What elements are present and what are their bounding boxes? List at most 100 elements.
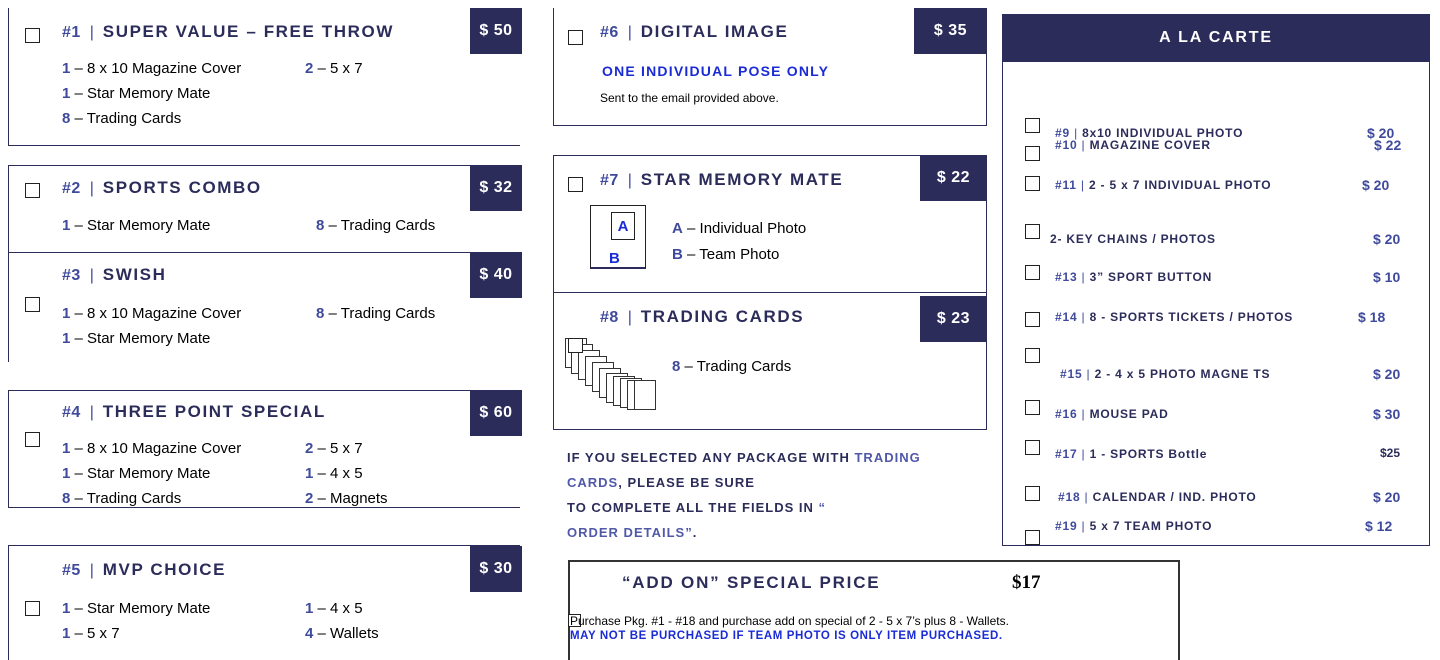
package-3-name: SWISH — [102, 265, 167, 284]
alacarte-item-price: $25 — [1380, 446, 1401, 460]
alacarte-item-label: #15 | 2 - 4 x 5 PHOTO MAGNE TS — [1060, 367, 1271, 381]
package-1-name: SUPER VALUE – FREE THROW — [102, 22, 394, 41]
alacarte-item-checkbox[interactable] — [1025, 440, 1040, 455]
package-1-number: #1 — [62, 24, 81, 41]
package-5-item: 1 – Star Memory Mate — [62, 600, 211, 617]
alacarte-item-price: $ 10 — [1373, 269, 1401, 285]
package-8-checkbox[interactable] — [568, 338, 583, 353]
package-2-number: #2 — [62, 180, 81, 197]
package-7-header: #7 | STAR MEMORY MATE — [600, 170, 843, 190]
package-4-item: 1 – 4 x 5 — [305, 465, 363, 482]
alacarte-item-label: #17 | 1 - SPORTS Bottle — [1055, 447, 1208, 461]
alacarte-item-checkbox[interactable] — [1025, 312, 1040, 327]
alacarte-item-price: $ 30 — [1373, 406, 1401, 422]
package-4-item: 2 – 5 x 7 — [305, 440, 363, 457]
alacarte-item-price: $ 22 — [1374, 137, 1402, 153]
alacarte-item-checkbox[interactable] — [1025, 400, 1040, 415]
package-2-item: 8 – Trading Cards — [316, 217, 436, 234]
package-4-item: 1 – Star Memory Mate — [62, 465, 211, 482]
alacarte-item-price: $ 20 — [1373, 366, 1401, 382]
package-3-item: 1 – 8 x 10 Magazine Cover — [62, 305, 242, 322]
package-7-name: STAR MEMORY MATE — [640, 170, 844, 189]
package-4-name: THREE POINT SPECIAL — [102, 402, 326, 421]
addon-special-description: Purchase Pkg. #1 - #18 and purchase add … — [570, 614, 1009, 628]
package-6-name: DIGITAL IMAGE — [640, 22, 789, 41]
alacarte-item-checkbox[interactable] — [1025, 265, 1040, 280]
package-1-item: 8 – Trading Cards — [62, 110, 182, 127]
package-2-price: $ 32 — [470, 165, 522, 211]
memory-mate-slot-b: B — [609, 250, 620, 267]
alacarte-item-checkbox[interactable] — [1025, 486, 1040, 501]
package-2-divider: | — [85, 180, 99, 197]
package-4-item: 2 – Magnets — [305, 490, 388, 507]
package-3-item: 1 – Star Memory Mate — [62, 330, 211, 347]
package-8-header: #8 | TRADING CARDS — [600, 307, 804, 327]
alacarte-item-checkbox[interactable] — [1025, 348, 1040, 363]
alacarte-header: A LA CARTE — [1002, 14, 1430, 62]
package-6-price: $ 35 — [914, 8, 987, 54]
alacarte-item-label: #14 | 8 - SPORTS TICKETS / PHOTOS — [1055, 310, 1294, 324]
package-4-checkbox[interactable] — [25, 432, 40, 447]
package-3-checkbox[interactable] — [25, 297, 40, 312]
package-5-checkbox[interactable] — [25, 601, 40, 616]
package-7-checkbox[interactable] — [568, 177, 583, 192]
package-6-email-note: Sent to the email provided above. — [600, 91, 779, 105]
alacarte-item-label: 2- KEY CHAINS / PHOTOS — [1050, 232, 1216, 246]
package-7-item: B – Team Photo — [672, 246, 780, 263]
package-6-divider: | — [623, 24, 637, 41]
addon-special-price: $17 — [1012, 572, 1041, 593]
package-3-header: #3 | SWISH — [62, 265, 166, 285]
package-5-name: MVP CHOICE — [102, 560, 227, 579]
package-5-price: $ 30 — [470, 546, 522, 592]
memory-mate-slot-a: A — [611, 212, 635, 240]
package-8-divider: | — [623, 309, 637, 326]
addon-special-title: “ADD ON” SPECIAL PRICE — [622, 573, 881, 592]
alacarte-item-checkbox[interactable] — [1025, 146, 1040, 161]
package-1-divider: | — [85, 24, 99, 41]
package-3-number: #3 — [62, 267, 81, 284]
package-4-header: #4 | THREE POINT SPECIAL — [62, 402, 326, 422]
alacarte-item-label: #13 | 3” SPORT BUTTON — [1055, 270, 1213, 284]
package-2-header: #2 | SPORTS COMBO — [62, 178, 262, 198]
alacarte-title: A LA CARTE — [1159, 29, 1273, 46]
package-4-number: #4 — [62, 404, 81, 421]
alacarte-item-label: #16 | MOUSE PAD — [1055, 407, 1169, 421]
alacarte-item-label: #10 | MAGAZINE COVER — [1055, 138, 1211, 152]
package-7-divider: | — [623, 172, 637, 189]
package-5-divider: | — [85, 562, 99, 579]
package-7-number: #7 — [600, 172, 619, 189]
package-3-item: 8 – Trading Cards — [316, 305, 436, 322]
alacarte-item-checkbox[interactable] — [1025, 176, 1040, 191]
package-3-divider: | — [85, 267, 99, 284]
alacarte-item-price: $ 20 — [1373, 489, 1401, 505]
package-5-number: #5 — [62, 562, 81, 579]
alacarte-item-price: $ 20 — [1373, 231, 1401, 247]
package-8-name: TRADING CARDS — [640, 307, 805, 326]
alacarte-item-checkbox[interactable] — [1025, 118, 1040, 133]
package-2-item: 1 – Star Memory Mate — [62, 217, 211, 234]
package-8-number: #8 — [600, 309, 619, 326]
package-6-number: #6 — [600, 24, 619, 41]
package-2-checkbox[interactable] — [25, 183, 40, 198]
package-5-item: 4 – Wallets — [305, 625, 379, 642]
addon-special-warning: MAY NOT BE PURCHASED IF TEAM PHOTO IS ON… — [570, 630, 1003, 642]
package-6-checkbox[interactable] — [568, 30, 583, 45]
package-8-item: 8 – Trading Cards — [672, 358, 792, 375]
package-5-item: 1 – 4 x 5 — [305, 600, 363, 617]
alacarte-item-checkbox[interactable] — [1025, 224, 1040, 239]
alacarte-item-price: $ 12 — [1365, 518, 1393, 534]
package-1-header: #1 | SUPER VALUE – FREE THROW — [62, 22, 394, 42]
alacarte-item-checkbox[interactable] — [1025, 530, 1040, 545]
package-5-item: 1 – 5 x 7 — [62, 625, 120, 642]
package-7-item: A – Individual Photo — [672, 220, 807, 237]
memory-mate-diagram: A B — [590, 205, 646, 269]
package-6-pose-note: ONE INDIVIDUAL POSE ONLY — [602, 63, 830, 79]
package-3-price: $ 40 — [470, 252, 522, 298]
package-1-item: 2 – 5 x 7 — [305, 60, 363, 77]
package-1-checkbox[interactable] — [25, 28, 40, 43]
package-4-item: 1 – 8 x 10 Magazine Cover — [62, 440, 242, 457]
package-4-divider: | — [85, 404, 99, 421]
trading-cards-notice: IF YOU SELECTED ANY PACKAGE WITH TRADING… — [567, 450, 921, 540]
alacarte-item-label: #19 | 5 x 7 TEAM PHOTO — [1055, 519, 1213, 533]
package-8-price: $ 23 — [920, 296, 987, 342]
